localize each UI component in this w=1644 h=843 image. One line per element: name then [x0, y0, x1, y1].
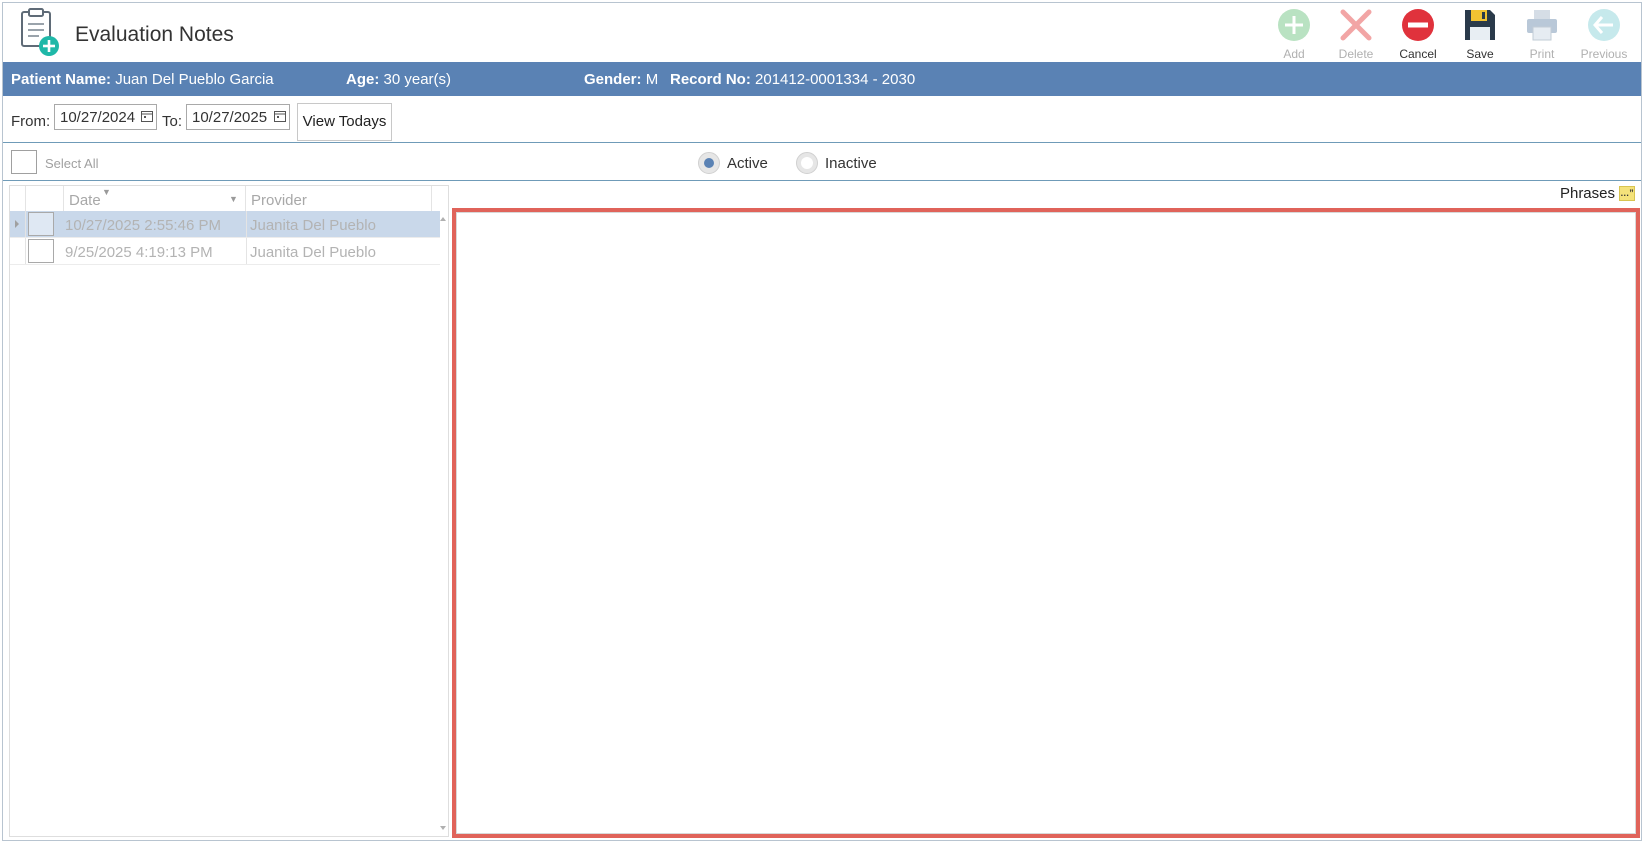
print-button-label: Print — [1529, 47, 1555, 61]
notes-grid: Date ▼ ▼ Provider 10/27/2025 2:55:46 PM … — [9, 185, 449, 837]
select-all-checkbox[interactable] — [11, 150, 37, 174]
row-indicator — [10, 211, 26, 237]
from-label: From: — [11, 113, 51, 130]
printer-icon — [1527, 10, 1557, 41]
save-icon — [1465, 10, 1495, 40]
delete-button[interactable]: Delete — [1325, 7, 1387, 61]
patient-gender-label: Gender: — [584, 71, 642, 88]
patient-record-no: Record No: 201412-0001334 - 2030 — [670, 71, 915, 88]
add-button[interactable]: Add — [1263, 7, 1325, 61]
cancel-icon — [1402, 9, 1434, 41]
page-title: Evaluation Notes — [75, 23, 234, 46]
active-radio[interactable]: Active — [698, 152, 768, 174]
previous-button[interactable]: Previous — [1573, 7, 1635, 61]
delete-icon — [1340, 9, 1372, 41]
patient-info-bar: Patient Name: Juan Del Pueblo Garcia Age… — [3, 62, 1641, 96]
print-button[interactable]: Print — [1511, 7, 1573, 61]
column-header-provider-label: Provider — [251, 192, 307, 209]
column-header-date[interactable]: Date ▼ ▼ — [64, 186, 246, 211]
caret-right-icon — [15, 220, 19, 228]
note-editor[interactable] — [452, 208, 1640, 838]
to-label: To: — [162, 113, 183, 130]
note-editor-textarea[interactable] — [456, 212, 1636, 834]
from-date-input[interactable]: 10/27/2024 — [54, 104, 157, 130]
cancel-button-label: Cancel — [1399, 47, 1437, 61]
grid-header-indicator — [10, 186, 26, 211]
header: Evaluation Notes Add Delete Cancel Save … — [3, 3, 1641, 61]
delete-button-label: Delete — [1338, 47, 1374, 61]
evaluation-notes-window: Evaluation Notes Add Delete Cancel Save … — [2, 2, 1642, 841]
inactive-radio-label: Inactive — [825, 154, 877, 172]
patient-gender: Gender: M — [584, 71, 658, 88]
save-button-label: Save — [1466, 47, 1494, 61]
selection-row: Select All Active Inactive — [3, 146, 1641, 181]
view-todays-button[interactable]: View Todays — [297, 103, 392, 141]
clipboard-add-icon — [21, 8, 59, 56]
patient-age-label: Age: — [346, 71, 380, 88]
select-all-label: Select All — [45, 156, 99, 171]
grid-header: Date ▼ ▼ Provider — [10, 186, 440, 212]
date-filter-row: From: 10/27/2024 To: 10/27/2025 View Tod… — [3, 99, 1641, 143]
column-header-date-label: Date — [69, 192, 101, 209]
from-date-value: 10/27/2024 — [60, 109, 136, 126]
inactive-radio[interactable]: Inactive — [796, 152, 877, 174]
add-icon — [1278, 9, 1310, 41]
chevron-down-icon[interactable]: ▼ — [229, 194, 238, 204]
arrow-left-icon — [1588, 9, 1620, 41]
patient-name-label: Patient Name: — [11, 71, 112, 88]
filter-icon[interactable]: ▼ — [102, 187, 111, 197]
column-header-provider[interactable]: Provider — [246, 186, 432, 211]
phrases-button[interactable]: Phrases …” — [1560, 185, 1635, 202]
row-provider: Juanita Del Pueblo — [246, 238, 432, 264]
calendar-icon[interactable] — [274, 110, 286, 122]
scroll-down-icon[interactable] — [440, 826, 446, 830]
row-indicator — [10, 238, 26, 264]
patient-name: Patient Name: Juan Del Pueblo Garcia — [11, 71, 274, 88]
to-date-input[interactable]: 10/27/2025 — [186, 104, 290, 130]
phrases-label: Phrases — [1559, 185, 1615, 202]
row-checkbox[interactable] — [28, 212, 54, 236]
table-row[interactable]: 10/27/2025 2:55:46 PM Juanita Del Pueblo — [10, 211, 440, 238]
patient-record-label: Record No: — [670, 71, 751, 88]
previous-button-label: Previous — [1580, 47, 1628, 61]
add-button-label: Add — [1283, 47, 1305, 61]
row-date: 10/27/2025 2:55:46 PM — [65, 217, 221, 234]
radio-unchecked-icon — [796, 152, 818, 174]
row-date: 9/25/2025 4:19:13 PM — [65, 244, 213, 261]
patient-record-value: 201412-0001334 - 2030 — [755, 71, 916, 88]
table-row[interactable]: 9/25/2025 4:19:13 PM Juanita Del Pueblo — [10, 238, 440, 265]
cancel-button[interactable]: Cancel — [1387, 7, 1449, 61]
patient-name-value: Juan Del Pueblo Garcia — [115, 71, 274, 88]
to-date-value: 10/27/2025 — [192, 109, 268, 126]
patient-age: Age: 30 year(s) — [346, 71, 451, 88]
quote-icon: …” — [1619, 186, 1635, 201]
grid-header-check — [26, 186, 64, 211]
save-button[interactable]: Save — [1449, 7, 1511, 61]
grid-scrollbar[interactable] — [438, 211, 448, 836]
patient-gender-value: M — [645, 71, 659, 88]
radio-checked-icon — [698, 152, 720, 174]
scroll-up-icon[interactable] — [440, 217, 446, 221]
toolbar: Add Delete Cancel Save Print Previous — [1263, 7, 1635, 61]
active-radio-label: Active — [727, 154, 768, 172]
calendar-icon[interactable] — [141, 110, 153, 122]
row-provider: Juanita Del Pueblo — [246, 211, 432, 237]
row-checkbox[interactable] — [28, 239, 54, 263]
patient-age-value: 30 year(s) — [383, 71, 452, 88]
